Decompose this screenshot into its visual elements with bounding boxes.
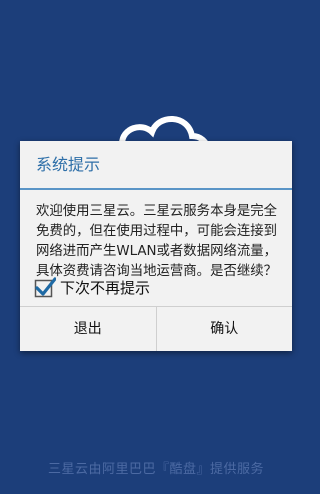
dialog-message: 欢迎使用三星云。三星云服务本身是完全免费的，但在使用过程中，可能会连接到网络进而… xyxy=(36,204,278,279)
dont-show-again-row[interactable]: 下次不再提示 xyxy=(34,275,150,299)
footer-text: 三星云由阿里巴巴『酷盘』提供服务 xyxy=(47,462,264,477)
dialog-title: 系统提示 xyxy=(20,141,292,190)
checkbox-label: 下次不再提示 xyxy=(60,278,151,297)
confirm-button[interactable]: 确认 xyxy=(155,307,293,351)
dialog-buttons: 退出 确认 xyxy=(20,306,292,351)
exit-button[interactable]: 退出 xyxy=(20,307,156,351)
checkmark-icon[interactable] xyxy=(34,276,57,298)
system-dialog: 系统提示 欢迎使用三星云。三星云服务本身是完全免费的，但在使用过程中，可能会连接… xyxy=(20,141,292,351)
